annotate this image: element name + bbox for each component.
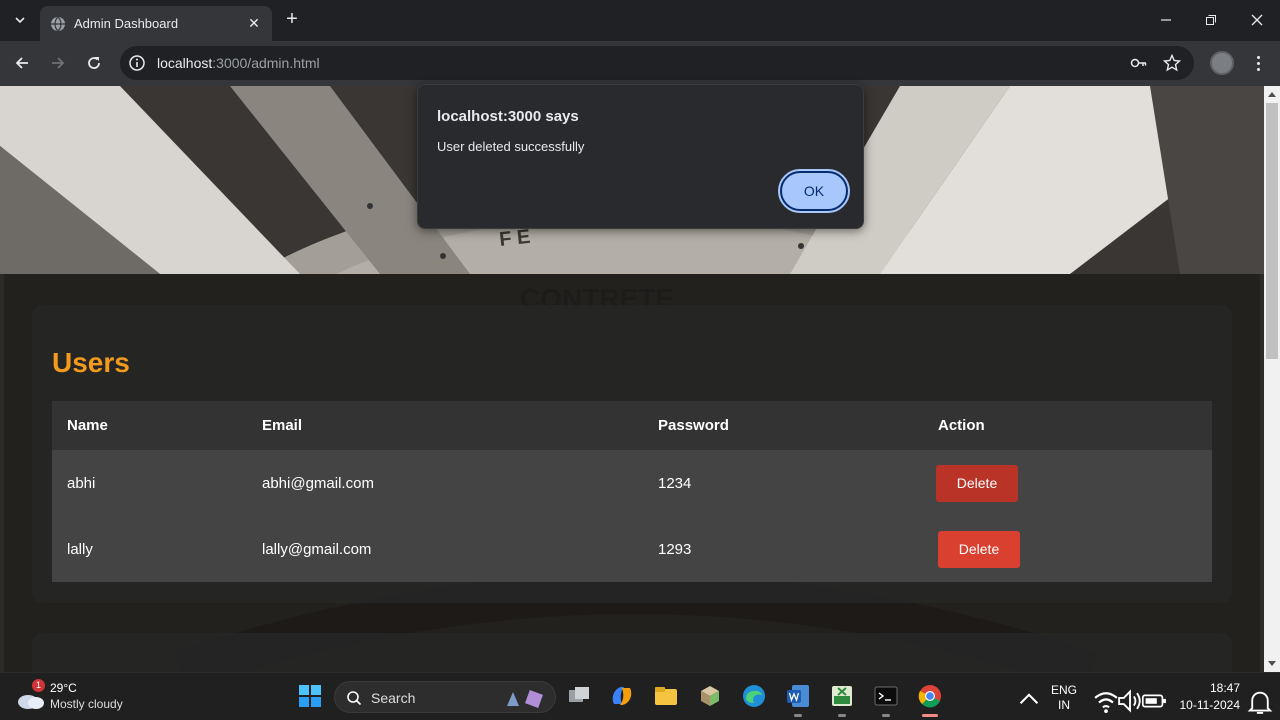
chrome-icon[interactable] (916, 682, 944, 710)
file-explorer-icon[interactable] (652, 682, 680, 710)
tab-search-icon[interactable] (8, 8, 32, 32)
svg-text:F E: F E (498, 226, 531, 251)
users-table: Name Email Password Action abhi abhi@gma… (52, 401, 1212, 582)
secondary-card (32, 633, 1232, 672)
user-name: abhi (52, 450, 247, 516)
address-bar[interactable]: localhost:3000/admin.html (120, 46, 1194, 80)
word-icon[interactable] (784, 682, 812, 710)
reload-icon[interactable] (82, 51, 106, 75)
tab-title: Admin Dashboard (74, 16, 179, 31)
bookmark-star-icon[interactable] (1163, 54, 1181, 72)
browser-toolbar: localhost:3000/admin.html (0, 41, 1280, 86)
windows-taskbar: 1 29°C Mostly cloudy Search ENG IN 18:47… (0, 672, 1280, 720)
password-key-icon[interactable] (1130, 54, 1148, 72)
column-header-name: Name (52, 401, 247, 450)
user-email: lally@gmail.com (247, 516, 643, 582)
back-icon[interactable] (10, 51, 34, 75)
url-path: :3000/admin.html (212, 55, 320, 71)
url-host: localhost (157, 55, 213, 71)
dialog-message: User deleted successfully (437, 139, 585, 154)
users-title: Users (52, 347, 130, 378)
browser-tabstrip: Admin Dashboard ✕ + (0, 0, 1280, 41)
language-bottom[interactable]: IN (1048, 698, 1080, 712)
table-row: abhi abhi@gmail.com 1234 Delete (52, 450, 1212, 516)
minimize-icon[interactable] (1151, 8, 1181, 32)
windows-start-icon[interactable] (296, 682, 324, 710)
edge-icon[interactable] (740, 682, 768, 710)
terminal-icon[interactable] (872, 682, 900, 710)
weather-badge: 1 (32, 679, 45, 692)
search-icon (347, 691, 362, 706)
task-view-icon[interactable] (565, 682, 593, 710)
action-cell: Delete (923, 516, 1212, 582)
column-header-password: Password (643, 401, 923, 450)
taskbar-search[interactable]: Search (334, 681, 556, 713)
active-tab[interactable]: Admin Dashboard ✕ (40, 6, 272, 41)
delete-button[interactable]: Delete (938, 530, 1020, 568)
site-info-icon[interactable] (128, 54, 146, 72)
app-icon[interactable] (696, 682, 724, 710)
weather-condition: Mostly cloudy (50, 697, 123, 711)
new-tab-icon[interactable]: + (282, 9, 302, 31)
search-highlight-icon (507, 690, 543, 708)
user-name: lally (52, 516, 247, 582)
scroll-up-icon[interactable] (1268, 92, 1276, 97)
url-text: localhost:3000/admin.html (157, 55, 320, 71)
close-icon[interactable]: ✕ (246, 15, 262, 32)
clock-time[interactable]: 18:47 (1170, 681, 1240, 695)
page-scrollbar[interactable] (1264, 86, 1280, 672)
maximize-icon[interactable] (1196, 8, 1226, 32)
dialog-title: localhost:3000 says (437, 108, 579, 125)
search-label: Search (371, 690, 416, 706)
profile-avatar-icon[interactable] (1210, 51, 1234, 75)
delete-button[interactable]: Delete (936, 464, 1018, 502)
user-password: 1234 (643, 450, 923, 516)
running-indicator (882, 714, 890, 717)
language-top[interactable]: ENG (1048, 683, 1080, 697)
battery-icon[interactable] (1140, 687, 1168, 715)
excel-icon[interactable] (828, 682, 856, 710)
action-cell: Delete (923, 450, 1212, 516)
clock-date[interactable]: 10-11-2024 (1170, 698, 1241, 712)
column-header-email: Email (247, 401, 643, 450)
copilot-icon[interactable] (608, 682, 636, 710)
forward-icon[interactable] (46, 51, 70, 75)
user-password: 1293 (643, 516, 923, 582)
menu-icon[interactable] (1248, 51, 1268, 75)
table-header-row: Name Email Password Action (52, 401, 1212, 450)
window-close-icon[interactable] (1242, 8, 1272, 32)
tray-chevron-icon[interactable] (1015, 685, 1043, 713)
cloud-icon (18, 695, 44, 709)
alert-dialog: localhost:3000 says User deleted success… (417, 84, 864, 229)
weather-widget[interactable]: 1 29°C Mostly cloudy (14, 679, 154, 715)
table-row: lally lally@gmail.com 1293 Delete (52, 516, 1212, 582)
scroll-down-icon[interactable] (1268, 661, 1276, 666)
notification-icon[interactable] (1246, 688, 1274, 716)
column-header-action: Action (923, 401, 1212, 450)
running-indicator (794, 714, 802, 717)
ok-button[interactable]: OK (778, 169, 850, 213)
weather-temp: 29°C (50, 681, 77, 695)
scrollbar-thumb[interactable] (1266, 103, 1278, 359)
active-indicator (922, 714, 938, 717)
users-card: Users Name Email Password Action abhi ab… (32, 305, 1232, 603)
running-indicator (838, 714, 846, 717)
user-email: abhi@gmail.com (247, 450, 643, 516)
favicon-icon (51, 16, 65, 31)
